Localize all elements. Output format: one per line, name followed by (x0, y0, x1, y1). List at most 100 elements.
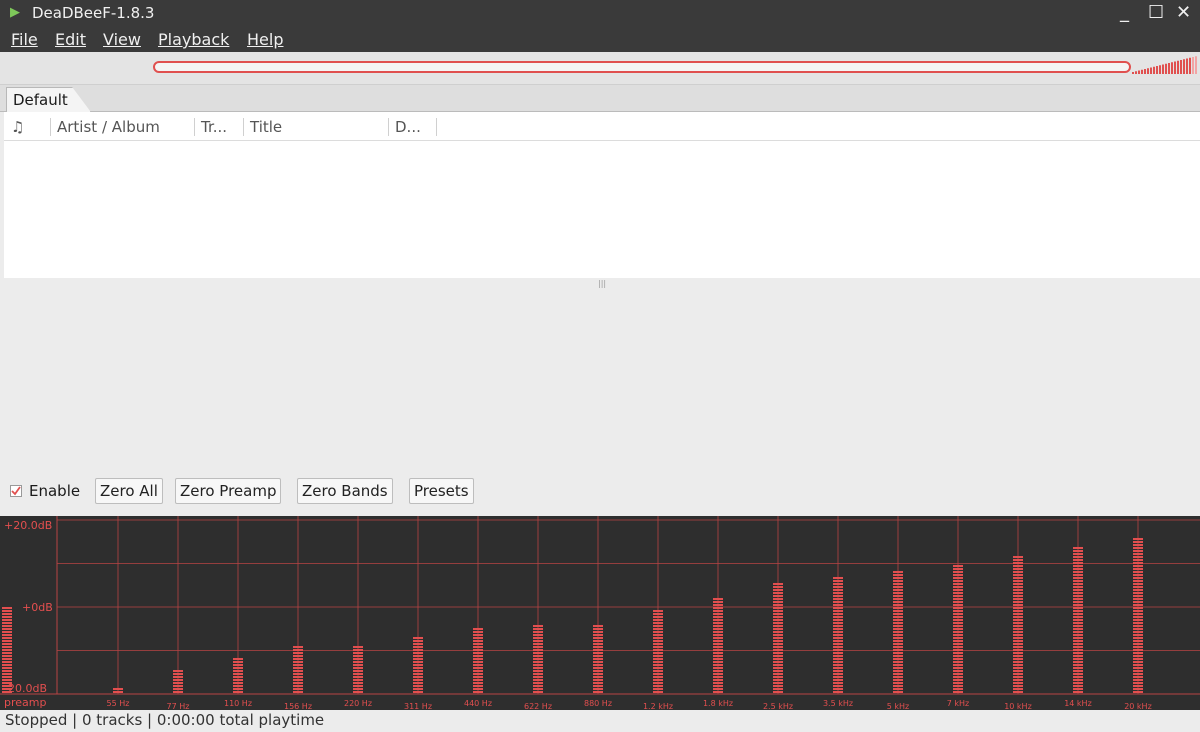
eq-band-bar (833, 637, 843, 639)
eq-band-bar (953, 685, 963, 687)
eq-band-bar (653, 667, 663, 669)
maximize-icon[interactable]: ☐ (1148, 2, 1164, 23)
eq-band-bar (1013, 619, 1023, 621)
menu-file[interactable]: File (11, 30, 38, 49)
eq-band-bar (833, 610, 843, 612)
minimize-icon[interactable]: _ (1120, 2, 1129, 23)
eq-band-bar (1073, 691, 1083, 693)
eq-band-bar (953, 664, 963, 666)
eq-band-bar (773, 688, 783, 690)
eq-band-bar (533, 631, 543, 633)
eq-band-bar (1013, 607, 1023, 609)
eq-band-bar (113, 688, 123, 690)
eq-band-bar (233, 682, 243, 684)
eq-band-bar (533, 655, 543, 657)
eq-band-bar (413, 676, 423, 678)
eq-band-bar (1013, 595, 1023, 597)
eq-band-bar (473, 634, 483, 636)
volume-segment (1195, 56, 1197, 74)
column-track[interactable]: Tr... (201, 118, 227, 136)
eq-band-label: 3.5 kHz (823, 699, 853, 708)
splitter-handle[interactable]: ||| (598, 279, 606, 288)
eq-band-bar (593, 661, 603, 663)
column-playing-icon[interactable]: ♫ (11, 118, 24, 136)
eq-band-bar (533, 673, 543, 675)
column-artist-album[interactable]: Artist / Album (57, 118, 160, 136)
eq-band-bar (773, 628, 783, 630)
playlist[interactable]: ♫ Artist / Album Tr... Title D... (4, 112, 1200, 278)
eq-band-bar (353, 649, 363, 651)
eq-band-bar (473, 646, 483, 648)
column-duration[interactable]: D... (395, 118, 421, 136)
equalizer-panel[interactable]: +20.0dB +0dB -20.0dB preamp 55 Hz 77 Hz 110 Hz… (0, 516, 1200, 710)
eq-band-label: 880 Hz (584, 699, 612, 708)
eq-band-bar (353, 679, 363, 681)
menu-playback[interactable]: Playback (158, 30, 229, 49)
seek-bar[interactable] (153, 61, 1131, 73)
eq-band-bar (953, 622, 963, 624)
eq-band-bar (713, 610, 723, 612)
eq-band-bar (833, 577, 843, 579)
eq-band-bar (1013, 640, 1023, 642)
zero-preamp-button[interactable]: Zero Preamp (175, 478, 282, 504)
eq-band-bar (1073, 604, 1083, 606)
eq-band-bar (1073, 556, 1083, 558)
eq-band-bar (653, 613, 663, 615)
title-bar: ▶ DeaDBeeF-1.8.3 _ ☐ ✕ (0, 0, 1200, 28)
menu-help[interactable]: Help (247, 30, 283, 49)
eq-band-bar (593, 682, 603, 684)
eq-band-bar (773, 589, 783, 591)
eq-band-bar (413, 673, 423, 675)
eq-band-bar (893, 634, 903, 636)
menu-view[interactable]: View (103, 30, 141, 49)
eq-band-bar (533, 628, 543, 630)
eq-band-bar (413, 640, 423, 642)
eq-band-bar (1073, 580, 1083, 582)
eq-band-bar (593, 688, 603, 690)
menu-edit[interactable]: Edit (55, 30, 86, 49)
eq-db-label: +20.0dB (4, 519, 52, 532)
eq-band-label: 10 kHz (1004, 702, 1032, 710)
presets-button[interactable]: Presets (409, 478, 474, 504)
enable-checkbox[interactable] (10, 485, 22, 497)
eq-band-bar (593, 676, 603, 678)
equalizer-graph[interactable]: +20.0dB+0dB-20.0dBpreamp 55 Hz 77 Hz 110 Hz… (0, 516, 1200, 710)
eq-band-bar (233, 685, 243, 687)
close-icon[interactable]: ✕ (1176, 2, 1191, 23)
eq-band-bar (1133, 634, 1143, 636)
eq-band-bar (593, 664, 603, 666)
volume-segment (1147, 68, 1149, 74)
eq-band-bar (593, 640, 603, 642)
eq-band-bar (233, 673, 243, 675)
eq-band-bar (173, 670, 183, 672)
eq-band-bar (593, 637, 603, 639)
eq-band-bar (953, 568, 963, 570)
eq-band-bar (773, 607, 783, 609)
eq-band-bar (1133, 616, 1143, 618)
preamp-segment (2, 649, 12, 651)
eq-band-bar (1073, 652, 1083, 654)
eq-band-bar (233, 658, 243, 660)
eq-band-bar (593, 649, 603, 651)
eq-band-bar (953, 658, 963, 660)
volume-segment (1159, 65, 1161, 74)
eq-band-bar (173, 676, 183, 678)
column-title[interactable]: Title (250, 118, 282, 136)
app-icon: ▶ (10, 5, 20, 20)
eq-band-bar (1133, 658, 1143, 660)
eq-band-bar (533, 667, 543, 669)
eq-band-bar (893, 679, 903, 681)
eq-band-bar (593, 625, 603, 627)
zero-all-button[interactable]: Zero All (95, 478, 163, 504)
eq-band-bar (293, 673, 303, 675)
eq-band-bar (713, 601, 723, 603)
volume-bar[interactable] (1132, 56, 1198, 74)
eq-band-bar (833, 607, 843, 609)
preamp-segment (2, 610, 12, 612)
eq-band-bar (833, 634, 843, 636)
eq-band-bar (653, 631, 663, 633)
eq-band-bar (953, 598, 963, 600)
enable-label[interactable]: Enable (29, 482, 80, 500)
eq-band-bar (1073, 553, 1083, 555)
zero-bands-button[interactable]: Zero Bands (297, 478, 393, 504)
